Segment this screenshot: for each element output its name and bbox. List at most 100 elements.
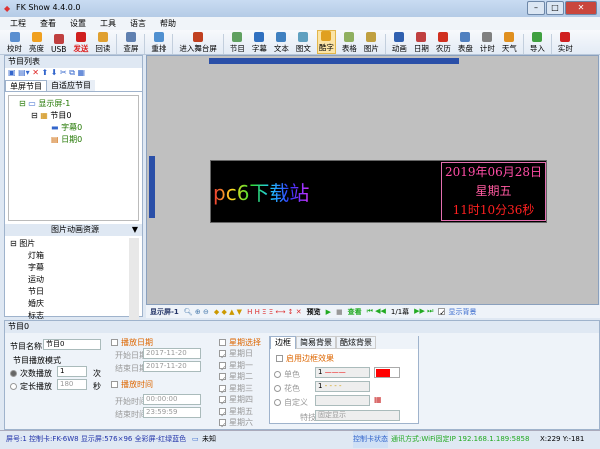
toolbar-button-22[interactable]: 实时 [557, 32, 574, 54]
single-color-radio[interactable]: 单色 [274, 369, 300, 380]
toolbar-separator [550, 34, 552, 54]
weekday-checkbox[interactable]: ✓ 星期五 [219, 406, 253, 419]
move-arrows-icon[interactable]: ◆ ◆ ▲ ▼ [214, 308, 242, 316]
toolbar-button-21[interactable]: 导入 [529, 32, 546, 54]
flower-line-select[interactable]: 1 - - - - [315, 381, 370, 392]
toolbar-button-17[interactable]: 农历 [435, 32, 452, 54]
toolbar-button-19[interactable]: 计时 [479, 32, 496, 54]
weekday-checkbox[interactable]: ✓ 星期六 [219, 417, 253, 430]
menu-help[interactable]: 帮助 [160, 17, 176, 30]
custom-select[interactable] [315, 395, 370, 406]
state-text: 未知 [202, 435, 216, 443]
toolbar-button-11[interactable]: 图文 [295, 32, 312, 54]
resource-item[interactable]: 字幕 [8, 262, 129, 274]
tree-screen[interactable]: ⊟ ▭ 显示屏-1 [11, 98, 136, 110]
canvas-toolbar: 显示屏-1 🔍︎ ⊕ ⊖ ◆ ◆ ▲ ▼ H H Ξ Ξ ⟷ ↕ ✕ 预览 ▶ … [146, 305, 600, 318]
toolbar-button-15[interactable]: 动画 [391, 32, 408, 54]
play-date-checkbox[interactable]: 播放日期 [111, 337, 153, 348]
tree-program[interactable]: ⊟ ▦ 节目0 [11, 110, 136, 122]
toolbar-button-6[interactable]: 重排 [150, 32, 167, 54]
menu-tools[interactable]: 工具 [100, 17, 116, 30]
tab-single-screen[interactable]: 单屏节目 [5, 80, 47, 91]
single-line-select[interactable]: 1 ——— [315, 367, 370, 378]
toolbar-button-7[interactable]: 进入舞台屏 [178, 32, 218, 54]
stop-icon[interactable]: ■ [336, 308, 343, 316]
color-picker[interactable] [374, 367, 400, 378]
preview-button[interactable]: 预览 [307, 307, 321, 317]
toolbar-button-20[interactable]: 天气 [501, 32, 518, 54]
resource-item[interactable]: 灯箱 [8, 250, 129, 262]
weekday-checkbox[interactable]: ✓ 星期四 [219, 394, 253, 407]
resource-item[interactable]: 婚庆 [8, 298, 129, 310]
menu-project[interactable]: 工程 [10, 17, 26, 30]
tab-cool-bg[interactable]: 酷炫背景 [336, 336, 376, 349]
tab-border[interactable]: 边框 [270, 336, 296, 349]
toolbar-button-4[interactable]: 回读 [94, 32, 111, 54]
toolbar-button-10[interactable]: 文本 [273, 32, 290, 54]
week-select-checkbox[interactable]: 星期选择 [219, 337, 261, 348]
window-title: FK Show 4.4.0.0 [16, 3, 81, 12]
end-time-input[interactable]: 23:59:59 [143, 407, 201, 418]
menu-language[interactable]: 语言 [130, 17, 146, 30]
toolbar-separator [116, 34, 118, 54]
resource-item[interactable]: 节日 [8, 286, 129, 298]
start-time-input[interactable]: 00:00:00 [143, 394, 201, 405]
first-prev-icons[interactable]: ⏮ ◀◀ [367, 307, 386, 316]
menu-view[interactable]: 查看 [40, 17, 56, 30]
led-preview[interactable]: pc6下载站 2019年06月28日 星期五 11时10分36秒 [210, 160, 547, 223]
play-icon[interactable]: ▶ [326, 308, 331, 316]
resource-tree[interactable]: ⊟ 图片灯箱字幕运动节日婚庆标志生活其他⊟ 动画灯箱 [8, 238, 139, 324]
resource-item[interactable]: 运动 [8, 274, 129, 286]
effect-select[interactable]: 固定显示 [315, 410, 400, 421]
tree-subtitle[interactable]: ▬ 字幕0 [11, 122, 136, 134]
tree-date[interactable]: ▤ 日期0 [11, 134, 136, 146]
weekday-checkbox[interactable]: ✓ 星期二 [219, 371, 253, 384]
maximize-button[interactable]: □ [546, 1, 564, 15]
end-date-input[interactable]: 2017-11-20 [143, 361, 201, 372]
close-button[interactable]: ✕ [565, 1, 597, 15]
palette-icon[interactable]: ▦ [374, 395, 382, 404]
toolbar-button-12[interactable]: 酷字 [316, 30, 336, 54]
resource-header[interactable]: 图片动画资源 ▼ [5, 224, 142, 236]
toolbar-button-16[interactable]: 日期 [413, 32, 430, 54]
count-input[interactable]: 1 [57, 366, 87, 377]
toolbar-icon [153, 32, 164, 42]
toolbar-button-1[interactable]: 亮度 [28, 32, 45, 54]
toolbar-button-3[interactable]: 发送 [72, 32, 89, 54]
count-radio[interactable]: 次数播放 [10, 368, 52, 379]
toolbar-button-14[interactable]: 图片 [363, 32, 380, 54]
fixed-radio[interactable]: 定长播放 [10, 381, 52, 392]
toolbar-button-2[interactable]: USB [50, 34, 67, 54]
weekday-checkbox[interactable]: ✓ 星期日 [219, 348, 253, 361]
align-icons[interactable]: H H Ξ Ξ ⟷ ↕ ✕ [247, 308, 302, 316]
play-time-checkbox[interactable]: 播放时间 [111, 379, 153, 390]
tab-simple-bg[interactable]: 简易背景 [296, 336, 336, 349]
start-date-input[interactable]: 2017-11-20 [143, 348, 201, 359]
fixed-input[interactable]: 180 [57, 379, 87, 390]
next-last-icons[interactable]: ▶▶ ⏭ [414, 307, 433, 316]
comm-info: 通讯方式:WiFi固定IP 192.168.1.189:5858 [391, 435, 530, 443]
toolbar-icon [438, 32, 449, 42]
minimize-button[interactable]: – [527, 1, 545, 15]
menu-settings[interactable]: 设置 [70, 17, 86, 30]
tab-adaptive[interactable]: 自适应节目 [47, 80, 95, 91]
weekday-checkbox[interactable]: ✓ 星期三 [219, 383, 253, 396]
resource-item[interactable]: ⊟ 图片 [8, 238, 129, 250]
weekday-checkbox[interactable]: ✓ 星期一 [219, 360, 253, 373]
custom-radio[interactable]: 自定义 [274, 397, 308, 408]
toolbar-button-8[interactable]: 节目 [229, 32, 246, 54]
enable-border-checkbox[interactable]: 启用边框效果 [276, 353, 334, 364]
toolbar-button-0[interactable]: 校时 [6, 32, 23, 54]
toolbar-icon [298, 32, 309, 42]
toolbar-button-9[interactable]: 字幕 [251, 32, 268, 54]
program-name-input[interactable]: 节目0 [43, 339, 101, 350]
flower-color-radio[interactable]: 花色 [274, 383, 300, 394]
zoom-icons[interactable]: 🔍︎ ⊕ ⊖ [184, 308, 209, 316]
toolbar-icon [31, 32, 42, 42]
show-bg-checkbox[interactable]: ✓ 显示背景 [438, 307, 476, 317]
toolbar-button-18[interactable]: 表盘 [457, 32, 474, 54]
check-button[interactable]: 查看 [348, 307, 362, 317]
toolbar-button-13[interactable]: 表格 [341, 32, 358, 54]
toolbar-icon [366, 32, 377, 42]
toolbar-button-5[interactable]: 查屏 [122, 32, 139, 54]
